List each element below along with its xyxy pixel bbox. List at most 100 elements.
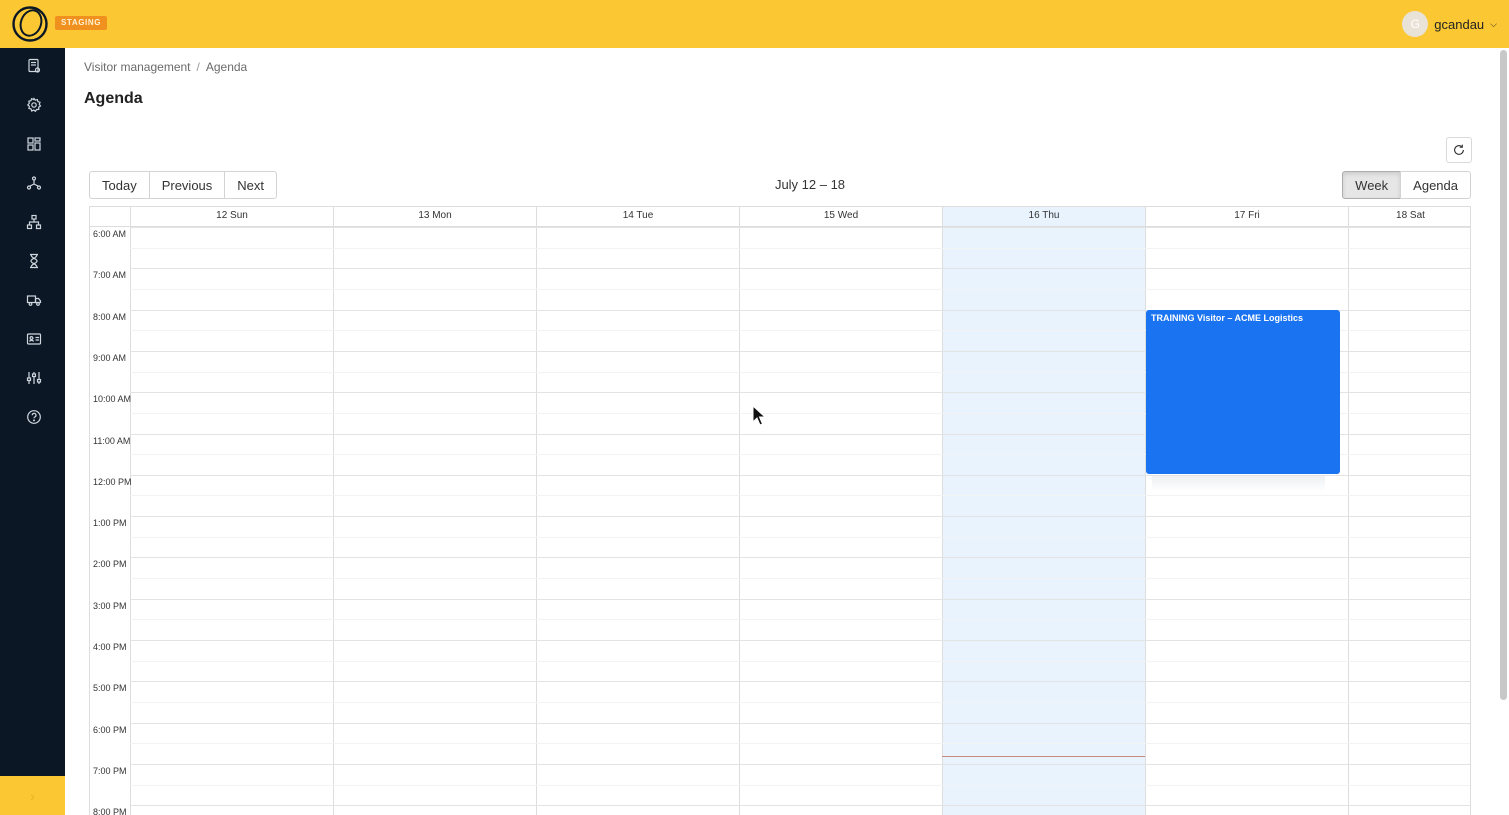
day-column[interactable] [333, 227, 536, 815]
time-label: 9:00 AM [93, 352, 127, 363]
week-view-button[interactable]: Week [1342, 171, 1402, 199]
time-label: 8:00 PM [93, 807, 127, 815]
gear-icon [26, 97, 42, 113]
avatar: G [1402, 11, 1429, 37]
half-hour-gridline [130, 701, 1470, 703]
id-card-icon [26, 333, 42, 345]
hour-gridline [130, 722, 1470, 724]
sidebar: › [0, 48, 65, 815]
half-hour-gridline [130, 619, 1470, 621]
week-calendar: 12 Sun 13 Mon 14 Tue 15 Wed 16 Thu 17 Fri 18 S… [89, 206, 1471, 815]
sidebar-item-deliveries[interactable] [20, 286, 48, 314]
hourglass-icon [30, 253, 38, 269]
sidebar-item-dashboard[interactable] [20, 130, 48, 158]
current-time-indicator [942, 755, 1145, 757]
view-switcher: Week Agenda [1342, 171, 1471, 199]
top-bar: STAGING G gcandau ⌵ [0, 0, 1509, 48]
day-column[interactable] [130, 227, 333, 815]
half-hour-gridline [130, 536, 1470, 538]
day-header[interactable]: 16 Thu [942, 207, 1145, 226]
half-hour-gridline [130, 288, 1470, 290]
time-label: 1:00 PM [93, 518, 127, 529]
calendar-grid[interactable]: 6:00 AM 7:00 AM 8:00 AM 9:00 AM 10:00 AM 11:0… [90, 227, 1470, 815]
day-column[interactable] [942, 227, 1145, 815]
day-column[interactable] [739, 227, 942, 815]
sidebar-item-organization[interactable] [20, 208, 48, 236]
hour-gridline [130, 805, 1470, 807]
time-label: 11:00 AM [93, 435, 131, 446]
org-chart-icon [26, 214, 42, 230]
sidebar-item-help[interactable] [20, 403, 48, 431]
day-header[interactable]: 12 Sun [130, 207, 333, 226]
time-label: 4:00 PM [93, 642, 127, 652]
calendar-event[interactable]: TRAINING Visitor – ACME Logistics [1146, 309, 1340, 474]
chevron-down-icon: ⌵ [1490, 18, 1497, 29]
refresh-button[interactable] [1446, 137, 1472, 163]
sidebar-expand-button[interactable]: › [0, 776, 65, 815]
hour-gridline [130, 640, 1470, 641]
time-label: 2:00 PM [93, 559, 127, 570]
day-header[interactable]: 17 Fri [1145, 207, 1348, 226]
day-header[interactable]: 13 Mon [333, 207, 536, 226]
time-label: 3:00 PM [93, 600, 127, 611]
truck-icon [26, 295, 42, 306]
breadcrumb: Visitor management / Agenda [84, 60, 247, 74]
half-hour-gridline [130, 578, 1470, 580]
page-title: Agenda [84, 90, 143, 107]
mouse-cursor-icon [752, 405, 766, 426]
breadcrumb-parent[interactable]: Visitor management [84, 60, 191, 74]
user-menu[interactable]: G gcandau ⌵ [1402, 10, 1497, 38]
hour-gridline [130, 763, 1470, 765]
day-header[interactable]: 15 Wed [739, 207, 942, 226]
chevron-right-icon: › [30, 787, 35, 804]
time-label: 6:00 AM [93, 229, 127, 239]
username: gcandau [1434, 16, 1485, 32]
help-icon [27, 410, 41, 424]
half-hour-gridline [130, 495, 1470, 497]
sliders-icon [26, 372, 42, 384]
time-label: 5:00 PM [93, 683, 127, 694]
hour-gridline [130, 681, 1470, 683]
sidebar-item-network[interactable] [20, 169, 48, 197]
network-icon [26, 176, 42, 190]
sidebar-item-badges[interactable] [20, 325, 48, 353]
logo[interactable] [12, 6, 48, 42]
sidebar-item-controls[interactable] [20, 364, 48, 392]
time-label: 7:00 AM [93, 270, 127, 281]
environment-badge: STAGING [55, 16, 108, 30]
time-label: 7:00 PM [93, 765, 127, 776]
half-hour-gridline [130, 743, 1470, 745]
half-hour-gridline [130, 660, 1470, 662]
next-button[interactable]: Next [224, 171, 278, 199]
hour-gridline [130, 598, 1470, 600]
date-range-label: July 12 – 18 [774, 177, 846, 192]
today-button[interactable]: Today [89, 171, 150, 199]
hour-gridline [130, 227, 1470, 228]
hour-gridline [130, 557, 1470, 559]
day-header[interactable]: 18 Sat [1348, 207, 1470, 226]
day-column[interactable] [536, 227, 739, 815]
refresh-icon [1454, 144, 1464, 155]
navigation-buttons: Today Previous Next [89, 171, 278, 199]
half-hour-gridline [130, 247, 1470, 249]
dashboard-icon [27, 137, 41, 151]
hour-gridline [130, 268, 1470, 270]
sidebar-item-waiting[interactable] [20, 247, 48, 275]
page-scrollbar[interactable] [1500, 50, 1507, 700]
breadcrumb-separator: / [196, 60, 200, 74]
time-label: 10:00 AM [93, 394, 132, 405]
day-column[interactable] [1348, 227, 1470, 815]
report-icon [28, 58, 41, 73]
sidebar-item-reports[interactable] [20, 52, 48, 80]
agenda-view-button[interactable]: Agenda [1400, 171, 1471, 199]
event-shadow [1152, 475, 1325, 492]
time-label: 6:00 PM [93, 724, 127, 735]
calendar-header: 12 Sun 13 Mon 14 Tue 15 Wed 16 Thu 17 Fri 18 S… [90, 207, 1470, 227]
time-label: 12:00 PM [93, 476, 132, 487]
event-title: TRAINING Visitor – ACME Logistics [1151, 312, 1304, 323]
previous-button[interactable]: Previous [148, 171, 226, 199]
sidebar-item-settings[interactable] [20, 91, 48, 119]
hour-gridline [130, 516, 1470, 518]
time-label: 8:00 AM [93, 311, 127, 322]
day-header[interactable]: 14 Tue [536, 207, 739, 226]
